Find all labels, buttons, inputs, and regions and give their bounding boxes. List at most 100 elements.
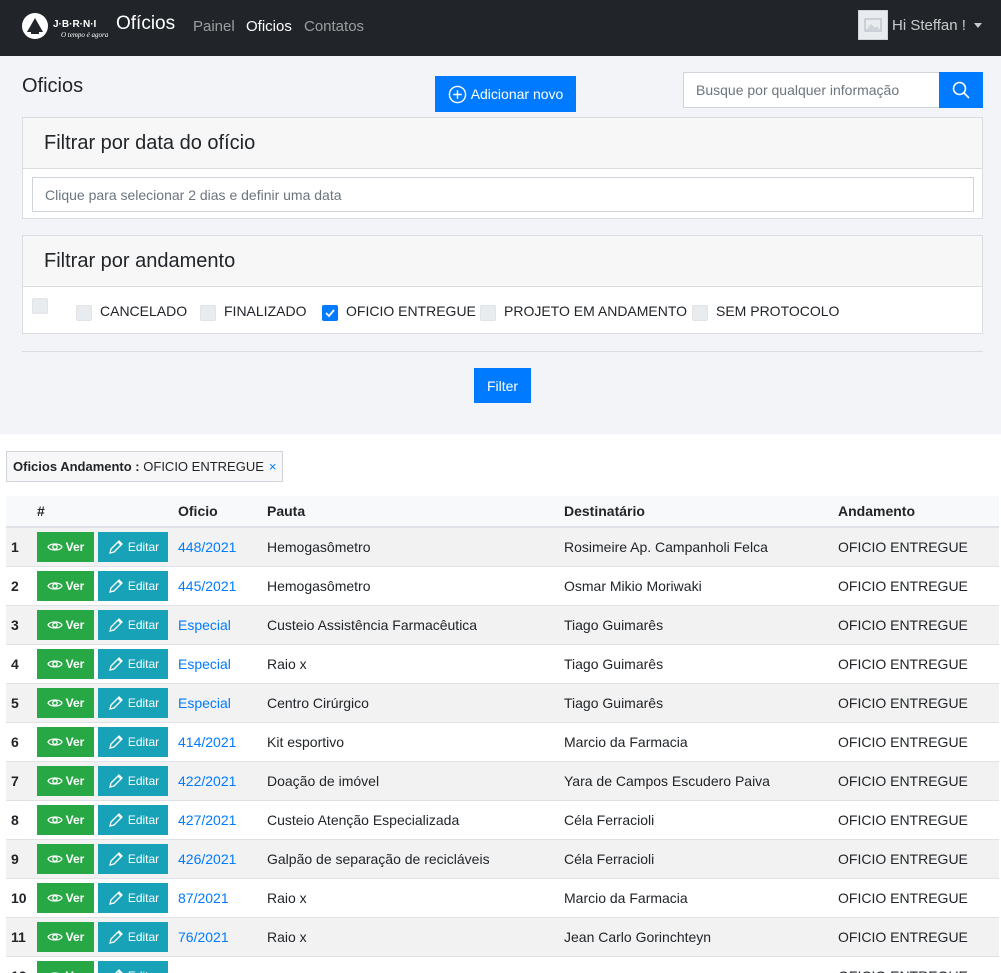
eye-icon xyxy=(46,854,63,863)
oficio-link[interactable]: 76/2021 xyxy=(178,929,229,945)
view-label: Ver xyxy=(65,617,85,632)
checkbox-projeto-em-andamento[interactable] xyxy=(480,305,496,321)
header-oficio: Oficio xyxy=(178,496,267,528)
nav-oficios[interactable]: Oficios xyxy=(246,18,292,35)
checkbox-oficio-entregue[interactable] xyxy=(322,305,338,321)
oficio-link[interactable]: 445/2021 xyxy=(178,578,236,594)
view-button[interactable]: Ver xyxy=(37,882,94,913)
pencil-icon xyxy=(108,734,123,749)
view-button[interactable]: Ver xyxy=(37,648,94,679)
row-destinatario: Marcio da Farmacia xyxy=(564,889,688,906)
pencil-icon xyxy=(108,773,123,788)
view-button[interactable]: Ver xyxy=(37,570,94,601)
edit-button[interactable]: Editar xyxy=(98,687,168,718)
header-destinatario: Destinatário xyxy=(564,496,838,528)
view-button[interactable]: Ver xyxy=(37,921,94,952)
edit-label: Editar xyxy=(127,890,160,905)
view-button[interactable]: Ver xyxy=(37,531,94,562)
filter-button[interactable]: Filter xyxy=(474,368,531,403)
add-new-label: Adicionar novo xyxy=(470,86,564,102)
search-input[interactable] xyxy=(683,72,940,108)
view-label: Ver xyxy=(65,773,85,788)
oficio-link[interactable]: Especial xyxy=(178,695,231,711)
oficio-link[interactable]: Especial xyxy=(178,617,231,633)
edit-button[interactable]: Editar xyxy=(98,609,168,640)
checkbox-finalizado[interactable] xyxy=(200,305,216,321)
edit-button[interactable]: Editar xyxy=(98,960,168,973)
view-button[interactable]: Ver xyxy=(37,726,94,757)
edit-button[interactable]: Editar xyxy=(98,531,168,562)
edit-button[interactable]: Editar xyxy=(98,843,168,874)
edit-button[interactable]: Editar xyxy=(98,921,168,952)
row-destinatario: Rosimeire Ap. Campanholi Felca xyxy=(564,538,768,555)
row-actions: Ver Editar xyxy=(37,566,178,605)
search-button[interactable] xyxy=(939,72,983,108)
nav-contatos[interactable]: Contatos xyxy=(304,18,364,35)
row-actions: Ver Editar xyxy=(37,683,178,722)
row-actions: Ver Editar xyxy=(37,761,178,800)
row-pauta: Hemogasômetro xyxy=(267,538,371,555)
user-menu[interactable]: Hi Steffan ! xyxy=(858,10,982,40)
view-label: Ver xyxy=(65,851,85,866)
edit-button[interactable]: Editar xyxy=(98,804,168,835)
edit-button[interactable]: Editar xyxy=(98,726,168,757)
eye-icon xyxy=(46,581,63,590)
view-button[interactable]: Ver xyxy=(37,960,94,973)
oficio-link[interactable]: 426/2021 xyxy=(178,851,236,867)
row-destinatario: Tiago Guimarês xyxy=(564,655,664,672)
pencil-icon xyxy=(108,890,123,905)
remove-filter-icon[interactable]: × xyxy=(269,459,277,474)
row-actions: Ver Editar xyxy=(37,722,178,761)
oficio-link[interactable]: 87/2021 xyxy=(178,890,229,906)
table-row: 6 Ver Editar 414/2021 Kit esportivo Marcio da… xyxy=(6,722,999,761)
eye-icon xyxy=(46,893,63,902)
date-range-input[interactable] xyxy=(32,177,974,212)
checkbox-sem-protocolo[interactable] xyxy=(692,305,708,321)
edit-button[interactable]: Editar xyxy=(98,648,168,679)
eye-icon xyxy=(46,815,63,824)
label-cancelado: CANCELADO xyxy=(100,303,188,319)
view-button[interactable]: Ver xyxy=(37,804,94,835)
row-pauta: Kit esportivo xyxy=(267,733,345,750)
oficio-link[interactable]: 414/2021 xyxy=(178,734,236,750)
edit-button[interactable]: Editar xyxy=(98,570,168,601)
active-filter-tag: Oficios Andamento : OFICIO ENTREGUE × xyxy=(6,451,284,482)
row-oficio: 445/2021 xyxy=(178,566,267,605)
view-button[interactable]: Ver xyxy=(37,609,94,640)
view-button[interactable]: Ver xyxy=(37,765,94,796)
plus-circle-icon xyxy=(448,85,466,103)
table-row: 4 Ver Editar Especial Raio x Tiago Guimarês OF… xyxy=(6,644,999,683)
view-button[interactable]: Ver xyxy=(37,843,94,874)
active-filter-value: OFICIO ENTREGUE xyxy=(143,459,264,474)
edit-label: Editar xyxy=(128,969,159,973)
oficio-link[interactable]: 422/2021 xyxy=(178,773,236,789)
pencil-icon xyxy=(114,968,123,973)
pencil-icon xyxy=(108,578,123,593)
brand[interactable]: J·B·R·N·I O tempo é agora Ofícios xyxy=(21,9,175,43)
edit-button[interactable]: Editar xyxy=(98,765,168,796)
oficios-table: # Oficio Pauta Destinatário Andamento 1 V… xyxy=(6,496,999,973)
active-filter-label: Oficios Andamento : xyxy=(13,459,140,474)
status-checkbox-row: CANCELADO FINALIZADO OFICIO ENTREGUE PRO… xyxy=(23,298,982,328)
row-andamento: OFICIO ENTREGUE xyxy=(838,956,999,973)
row-oficio: Especial xyxy=(178,683,267,722)
header-andamento: Andamento xyxy=(838,496,999,528)
svg-text:J·B·R·N·I: J·B·R·N·I xyxy=(53,19,97,30)
view-label: Ver xyxy=(65,929,85,944)
row-oficio xyxy=(178,956,267,973)
checkbox-cancelado[interactable] xyxy=(76,305,92,321)
filter-panel: Oficios Adicionar novo Filtrar por data … xyxy=(0,56,1001,434)
select-all-checkbox[interactable] xyxy=(32,298,48,314)
view-label: Ver xyxy=(65,539,85,554)
eye-icon xyxy=(46,698,63,707)
row-andamento: OFICIO ENTREGUE xyxy=(838,538,968,555)
eye-icon xyxy=(46,620,63,629)
oficio-link[interactable]: 427/2021 xyxy=(178,812,236,828)
add-new-button[interactable]: Adicionar novo xyxy=(435,76,576,112)
edit-button[interactable]: Editar xyxy=(98,882,168,913)
nav-painel[interactable]: Painel xyxy=(193,18,235,35)
row-number: 5 xyxy=(11,694,19,711)
oficio-link[interactable]: Especial xyxy=(178,656,231,672)
oficio-link[interactable]: 448/2021 xyxy=(178,539,236,555)
view-button[interactable]: Ver xyxy=(37,687,94,718)
